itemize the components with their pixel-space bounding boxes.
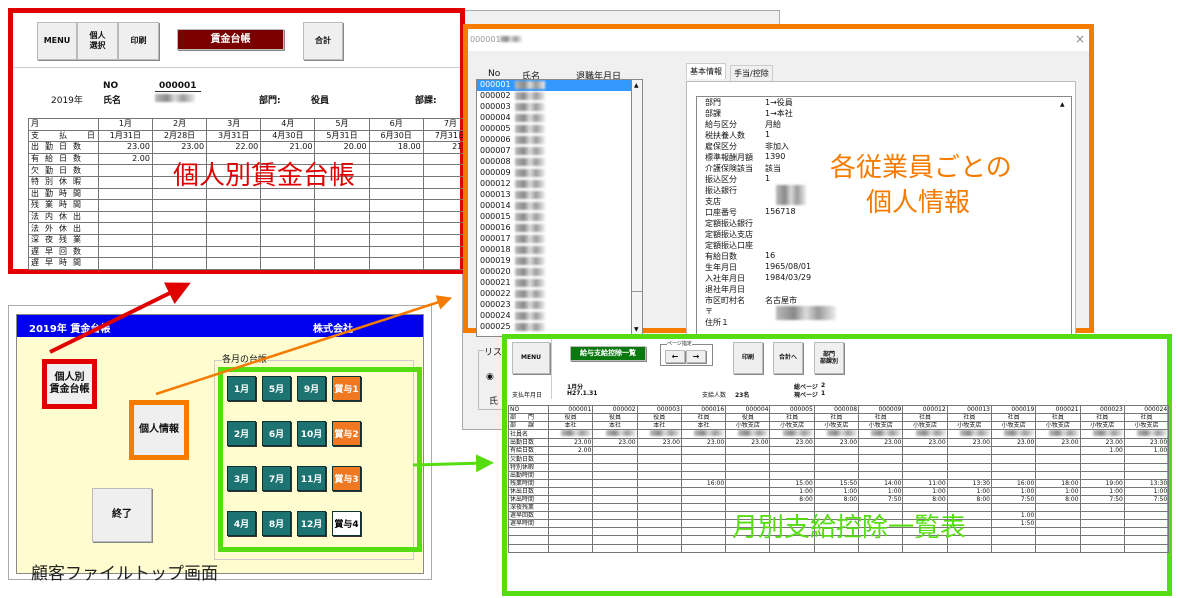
arrows-overlay — [49, 282, 494, 473]
green-arrow — [412, 454, 494, 473]
orange-arrow — [155, 295, 453, 396]
red-arrow — [49, 282, 191, 354]
